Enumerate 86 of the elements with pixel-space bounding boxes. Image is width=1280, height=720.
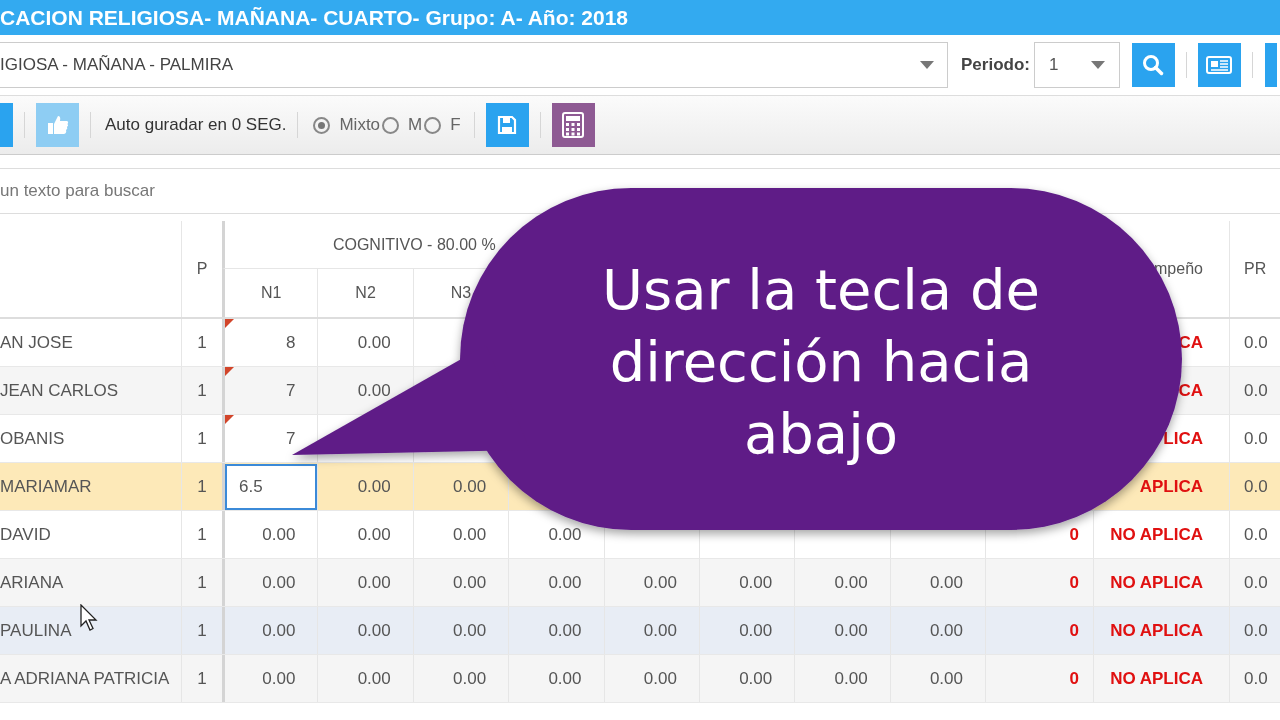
search-icon	[1142, 54, 1165, 76]
caret-icon	[1090, 61, 1105, 69]
student-name[interactable]: AN JOSE	[0, 332, 73, 353]
calculator-icon	[562, 112, 585, 138]
table-cell: 0.00	[794, 655, 890, 702]
save-button[interactable]	[485, 103, 529, 147]
caret-icon	[920, 61, 934, 69]
column-header: P	[181, 221, 222, 317]
table-cell: 0.00	[508, 559, 604, 606]
table-cell: 0.0	[1229, 319, 1280, 366]
table-cell: 0.00	[889, 607, 985, 654]
table-cell: 1	[181, 655, 222, 702]
table-cell: 0.00	[317, 319, 413, 366]
autosave-label: Auto guradar en 0 SEG.	[105, 115, 287, 135]
approve-button[interactable]	[36, 103, 79, 147]
callout-text: Usar la tecla de dirección hacia abajo	[601, 256, 1041, 468]
status-cell: NO APLICA	[1093, 511, 1229, 558]
table-cell: 0.00	[508, 607, 604, 654]
table-cell: 1	[181, 463, 222, 510]
table-cell: 0.00	[603, 559, 699, 606]
status-cell: NO APLICA	[1093, 655, 1229, 702]
table-cell: 0.00	[317, 511, 413, 558]
table-cell: 0.00	[222, 655, 318, 702]
grade-input[interactable]: 6.5	[225, 463, 318, 510]
table-cell: 0.00	[698, 655, 795, 702]
table-cell: 0.00	[889, 559, 985, 606]
table-cell: 0.0	[1229, 415, 1280, 462]
student-name[interactable]: A ADRIANA PATRICIA	[0, 668, 170, 689]
table-cell: 1	[181, 607, 222, 654]
column-header: N2	[317, 269, 413, 317]
thumbs-up-icon	[46, 115, 69, 135]
table-cell: 1	[181, 319, 222, 366]
student-name[interactable]: JEAN CARLOS	[0, 380, 119, 401]
radio-button[interactable]	[313, 116, 331, 134]
table-cell: 0.00	[794, 607, 890, 654]
table-cell: 0.0	[1229, 607, 1280, 654]
table-cell: 0.00	[603, 607, 699, 654]
table-cell: 0.00	[889, 655, 985, 702]
table-cell: 0.0	[1229, 367, 1280, 414]
period-label: Periodo:	[961, 55, 1030, 75]
student-name[interactable]: MARIAMAR	[0, 476, 92, 497]
table-cell: 0.0	[1229, 511, 1280, 558]
course-select[interactable]: IGIOSA - MAÑANA - PALMIRA	[0, 42, 948, 88]
table-cell: 0.00	[412, 607, 509, 654]
table-cell: 0.0	[1229, 655, 1280, 702]
table-cell: 0.00	[317, 655, 413, 702]
student-name[interactable]: OBANIS	[0, 428, 65, 449]
table-cell: 0.0	[1229, 559, 1280, 606]
table-cell: 0.00	[794, 559, 890, 606]
score-cell: 0	[985, 559, 1093, 606]
score-cell: 0	[985, 607, 1093, 654]
save-icon	[497, 115, 518, 135]
table-cell: 0.00	[317, 607, 413, 654]
score-cell: 0	[985, 655, 1093, 702]
student-name[interactable]: PAULINA	[0, 620, 72, 641]
radio-button[interactable]	[424, 116, 442, 134]
radio-button[interactable]	[382, 116, 400, 134]
table-cell: 0.00	[603, 655, 699, 702]
student-name[interactable]: DAVID	[0, 524, 51, 545]
status-cell: NO APLICA	[1093, 559, 1229, 606]
report-button[interactable]	[1197, 43, 1241, 87]
period-select[interactable]: 1	[1033, 42, 1120, 88]
radio-label: M	[408, 115, 423, 135]
table-cell: 0.0	[1229, 463, 1280, 510]
table-cell: 0.00	[412, 655, 509, 702]
search-button[interactable]	[1131, 43, 1175, 87]
toolbar-button[interactable]	[1264, 43, 1277, 87]
calculator-button[interactable]	[551, 103, 595, 147]
table-cell: 0.00	[317, 559, 413, 606]
table-cell: 0.00	[698, 607, 795, 654]
table-cell: 0.00	[412, 559, 509, 606]
table-cell: 1	[181, 511, 222, 558]
page-title: CACION RELIGIOSA- MAÑANA- CUARTO- Grupo: A- Año: 2018	[0, 6, 629, 30]
radio-label: Mixto	[339, 115, 381, 135]
table-cell: 1	[181, 559, 222, 606]
table-cell: 1	[181, 415, 222, 462]
table-cell: 0.00	[412, 511, 509, 558]
table-cell: 1	[181, 367, 222, 414]
student-name[interactable]: ARIANA	[0, 572, 64, 593]
radio-label: F	[450, 115, 461, 135]
table-cell: 0.00	[317, 463, 413, 510]
newspaper-icon	[1206, 56, 1233, 74]
status-cell: NO APLICA	[1093, 607, 1229, 654]
column-header: PR	[1229, 221, 1280, 317]
table-cell: 0.00	[508, 655, 604, 702]
table-cell: 0.00	[698, 559, 795, 606]
